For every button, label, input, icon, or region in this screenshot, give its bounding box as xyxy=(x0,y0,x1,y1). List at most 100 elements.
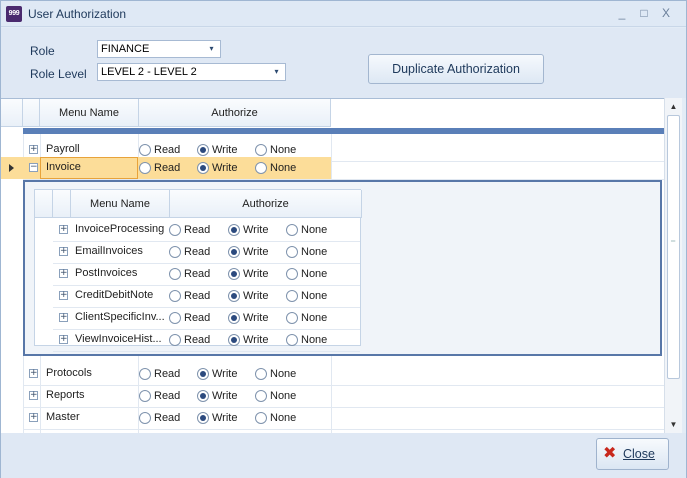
radio-read[interactable] xyxy=(169,224,181,236)
radio-write[interactable] xyxy=(197,368,209,380)
scroll-up-icon[interactable]: ▲ xyxy=(665,98,682,115)
row-indicator-header xyxy=(23,99,40,127)
radio-label-none: None xyxy=(270,390,297,402)
radio-label-none: None xyxy=(301,312,328,324)
expand-icon[interactable]: + xyxy=(29,413,38,422)
expand-icon[interactable]: + xyxy=(59,225,68,234)
radio-label-read: Read xyxy=(154,412,181,424)
radio-write[interactable] xyxy=(197,144,209,156)
chevron-down-icon[interactable]: ▾ xyxy=(205,43,218,55)
radio-read[interactable] xyxy=(139,162,151,174)
role-label: Role xyxy=(30,44,55,58)
radio-label-none: None xyxy=(270,368,297,380)
radio-read[interactable] xyxy=(169,268,181,280)
radio-label-read: Read xyxy=(184,312,211,324)
radio-label-read: Read xyxy=(184,290,211,302)
menu-name-cell: ClientSpecificInv... xyxy=(75,311,165,323)
minimize-button[interactable]: _ xyxy=(612,4,632,22)
expand-icon[interactable]: + xyxy=(59,291,68,300)
expand-icon[interactable]: + xyxy=(59,335,68,344)
close-icon: ✖ xyxy=(603,445,617,462)
radio-write[interactable] xyxy=(228,312,240,324)
radio-none[interactable] xyxy=(255,412,267,424)
menu-name-cell: CreditDebitNote xyxy=(75,289,154,301)
radio-label-none: None xyxy=(270,412,297,424)
radio-write[interactable] xyxy=(228,246,240,258)
radio-write[interactable] xyxy=(228,268,240,280)
radio-none[interactable] xyxy=(286,290,298,302)
radio-read[interactable] xyxy=(139,368,151,380)
radio-write[interactable] xyxy=(228,224,240,236)
scrollbar-thumb[interactable]: ═ xyxy=(667,115,680,379)
grid-row[interactable] xyxy=(1,407,661,429)
menu-name-cell: EmailInvoices xyxy=(75,245,143,257)
column-header-authorize: Authorize xyxy=(139,99,331,127)
radio-none[interactable] xyxy=(286,312,298,324)
radio-label-write: Write xyxy=(243,224,269,236)
radio-label-read: Read xyxy=(184,268,211,280)
grid-row[interactable] xyxy=(1,385,661,407)
column-header-menu-name: Menu Name xyxy=(71,190,170,218)
chevron-down-icon[interactable]: ▾ xyxy=(270,66,283,78)
close-window-button[interactable]: X xyxy=(656,4,676,22)
radio-read[interactable] xyxy=(169,334,181,346)
radio-label-none: None xyxy=(301,246,328,258)
radio-label-write: Write xyxy=(243,312,269,324)
radio-label-none: None xyxy=(301,268,328,280)
radio-none[interactable] xyxy=(286,334,298,346)
grip-icon: ═ xyxy=(671,239,676,245)
close-button[interactable]: ✖ Close xyxy=(596,438,669,470)
radio-write[interactable] xyxy=(228,334,240,346)
role-level-label: Role Level xyxy=(30,67,87,81)
radio-label-read: Read xyxy=(154,144,181,156)
radio-label-none: None xyxy=(301,290,328,302)
grid-row[interactable] xyxy=(1,157,661,179)
radio-none[interactable] xyxy=(255,390,267,402)
role-value: FINANCE xyxy=(101,43,150,55)
expand-icon[interactable]: + xyxy=(59,247,68,256)
radio-none[interactable] xyxy=(286,268,298,280)
maximize-button[interactable]: □ xyxy=(634,4,654,22)
expand-icon[interactable]: + xyxy=(29,369,38,378)
radio-none[interactable] xyxy=(255,144,267,156)
radio-write[interactable] xyxy=(228,290,240,302)
radio-label-read: Read xyxy=(184,334,211,346)
radio-read[interactable] xyxy=(139,412,151,424)
radio-read[interactable] xyxy=(139,144,151,156)
radio-none[interactable] xyxy=(255,162,267,174)
radio-read[interactable] xyxy=(169,246,181,258)
duplicate-authorization-button[interactable]: Duplicate Authorization xyxy=(368,54,544,84)
radio-label-write: Write xyxy=(212,144,238,156)
radio-read[interactable] xyxy=(169,312,181,324)
user-authorization-window: 999 User Authorization _ □ X Role FINANC… xyxy=(0,0,687,478)
radio-label-none: None xyxy=(301,224,328,236)
menu-name-cell: PostInvoices xyxy=(75,267,138,279)
expand-icon[interactable]: + xyxy=(59,313,68,322)
radio-read[interactable] xyxy=(169,290,181,302)
window-title: User Authorization xyxy=(28,7,127,21)
menu-name-cell: Master xyxy=(46,411,80,423)
role-dropdown[interactable]: FINANCE ▾ xyxy=(97,40,221,58)
frozen-row-divider xyxy=(23,128,664,134)
menu-name-cell: ViewInvoiceHist... xyxy=(75,333,162,345)
radio-write[interactable] xyxy=(197,412,209,424)
expand-icon[interactable]: + xyxy=(29,391,38,400)
vertical-scrollbar[interactable]: ▲ ═ ▼ xyxy=(664,98,682,433)
scroll-down-icon[interactable]: ▼ xyxy=(665,416,682,433)
radio-read[interactable] xyxy=(139,390,151,402)
radio-write[interactable] xyxy=(197,390,209,402)
radio-write[interactable] xyxy=(197,162,209,174)
expand-icon[interactable]: + xyxy=(59,269,68,278)
app-icon: 999 xyxy=(6,6,22,22)
role-level-dropdown[interactable]: LEVEL 2 - LEVEL 2 ▾ xyxy=(97,63,286,81)
radio-label-write: Write xyxy=(212,412,238,424)
expand-icon[interactable]: − xyxy=(29,163,38,172)
radio-label-read: Read xyxy=(184,224,211,236)
expand-icon[interactable]: + xyxy=(29,145,38,154)
radio-none[interactable] xyxy=(286,224,298,236)
radio-none[interactable] xyxy=(286,246,298,258)
radio-none[interactable] xyxy=(255,368,267,380)
role-level-value: LEVEL 2 - LEVEL 2 xyxy=(101,66,197,78)
radio-label-write: Write xyxy=(243,268,269,280)
grid-row[interactable] xyxy=(1,363,661,385)
